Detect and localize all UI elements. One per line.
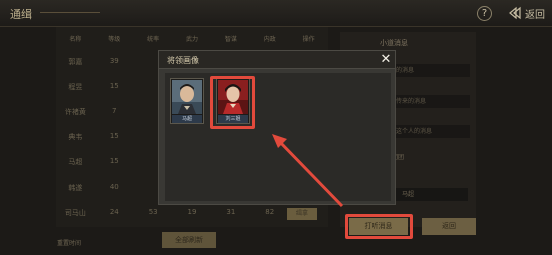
portrait-highlight [210,76,255,129]
table-cell: 典韦 [68,133,83,141]
table-cell: 24 [109,208,119,216]
table-cell: 53 [148,208,158,216]
rumor-panel-title: 小道消息 [380,39,408,47]
table-cell: 82 [265,208,275,216]
portrait-card[interactable]: 马超 [170,78,204,124]
dialog-header: 将领画像 ✕ [159,51,395,69]
table-cell: 15 [109,82,119,90]
column-header: 操作 [302,36,315,43]
table-cell: 程昱 [68,83,83,91]
table-cell: 15 [109,132,119,140]
column-header: 等级 [108,36,121,43]
inquire-button-highlight [345,214,413,239]
table-cell: 韩遂 [68,184,83,192]
table-cell: 司马山 [64,209,86,217]
table-cell: 许褚黄 [64,108,86,116]
top-bar: 通缉 ? 返回 [0,0,552,27]
arrest-button[interactable]: 缉拿 [287,208,317,220]
table-header: 名称 等级 统率 武力 智谋 内政 操作 [56,34,328,48]
portrait-dialog: 将领画像 ✕ 马超 刘三姐 [158,50,396,205]
table-cell: 郭嘉 [68,58,83,66]
back-icon [509,6,521,20]
column-header: 智谋 [224,36,237,43]
refresh-all-button[interactable]: 全部刷新 [162,232,216,248]
table-cell: 15 [109,157,119,165]
column-header: 武力 [186,36,199,43]
table-cell: 31 [226,208,236,216]
column-header: 名称 [69,36,82,43]
back-button[interactable]: 返回 [508,5,545,21]
portrait-name: 马超 [172,115,202,123]
portrait-image [172,80,202,114]
title-divider [40,12,100,13]
column-header: 内政 [263,36,276,43]
target-name-field[interactable]: 马超 [392,188,468,201]
cancel-button[interactable]: 返回 [422,218,476,235]
dialog-body: 马超 刘三姐 [165,73,391,201]
page-title: 通缉 [10,8,32,21]
back-label: 返回 [525,9,545,21]
table-cell: 19 [187,208,197,216]
table-cell: 马超 [68,158,83,166]
dialog-title: 将领画像 [167,56,199,65]
help-button[interactable]: ? [477,6,492,21]
close-icon[interactable]: ✕ [379,53,393,67]
table-cell: 40 [109,183,119,191]
reset-time-label: 重置时间 [57,240,82,247]
column-header: 统率 [147,36,160,43]
table-cell: 39 [109,57,119,65]
table-cell: 7 [112,107,117,115]
